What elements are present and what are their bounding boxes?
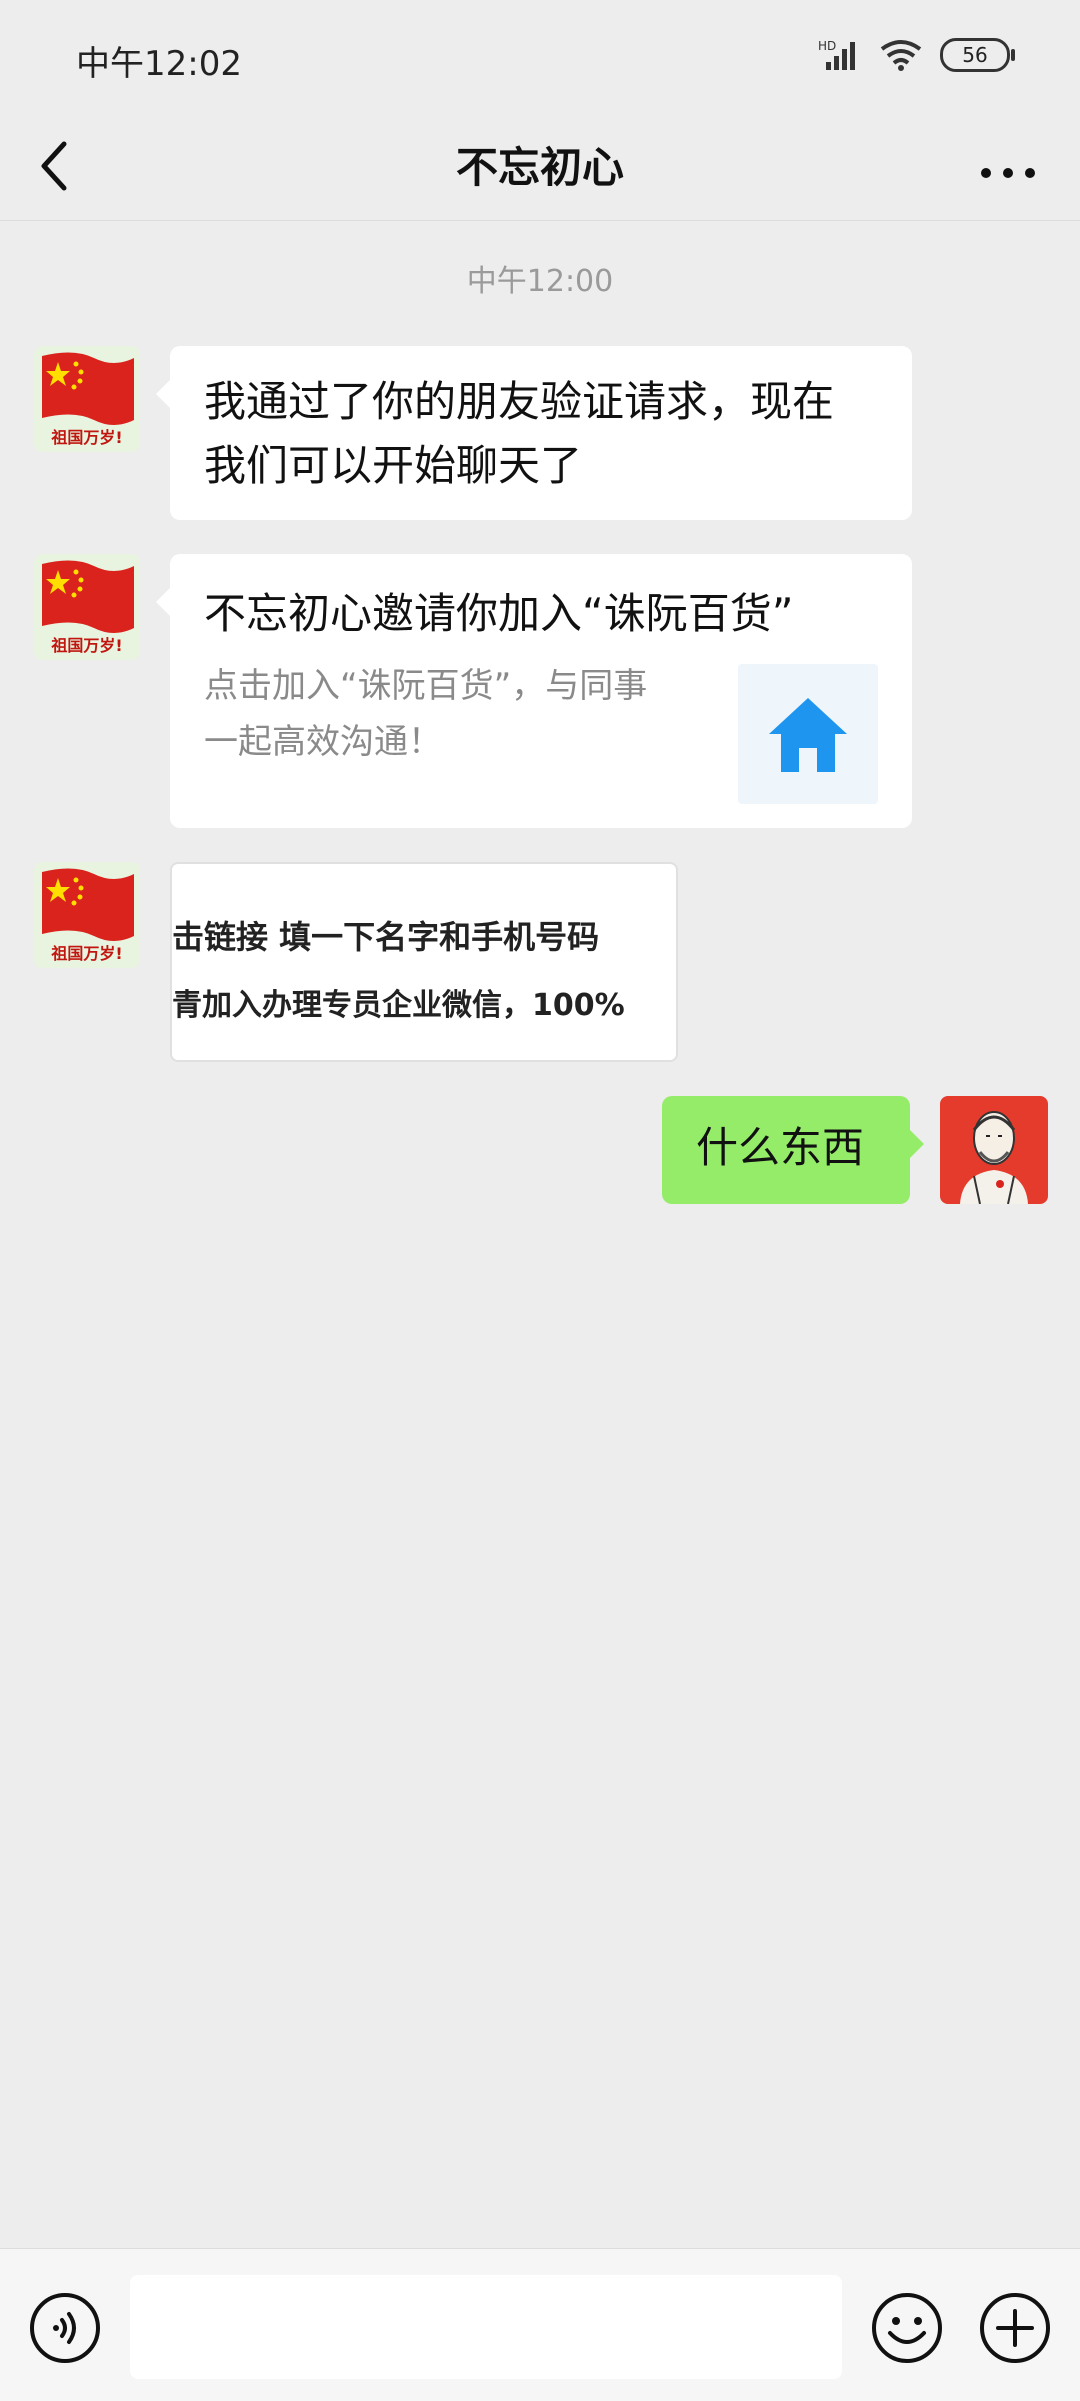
input-bar: [0, 2248, 1080, 2401]
emoji-button[interactable]: [870, 2291, 944, 2365]
svg-text:HD: HD: [818, 39, 836, 53]
avatar-caption: 祖国万岁!: [51, 636, 123, 655]
voice-icon: [30, 2293, 100, 2363]
user-portrait-avatar-icon: [940, 1096, 1048, 1204]
battery-indicator: 56: [940, 38, 1015, 72]
invite-card-desc-line: 一起高效沟通！: [204, 722, 442, 762]
avatar-caption: 祖国万岁!: [51, 428, 123, 447]
more-dots-icon: [981, 168, 1035, 178]
image-message[interactable]: 击链接 填一下名字和手机号码 青加入办理专员企业微信，100%: [170, 862, 678, 1062]
contact-avatar[interactable]: 祖国万岁!: [34, 862, 140, 968]
contact-avatar[interactable]: 祖国万岁!: [34, 554, 140, 660]
chat-header: 不忘初心: [0, 110, 1080, 221]
invite-card-thumbnail: [738, 664, 878, 804]
status-bar: 中午12:02 HD 56: [0, 0, 1080, 110]
message-text-line: 我们可以开始聊天了: [204, 441, 583, 490]
wifi-icon: [880, 40, 922, 71]
self-avatar[interactable]: [940, 1096, 1048, 1204]
invite-card-description: 点击加入“诛阮百货”，与同事 一起高效沟通！: [204, 658, 724, 770]
message-text: 什么东西: [696, 1123, 865, 1172]
contact-avatar[interactable]: 祖国万岁!: [34, 346, 140, 452]
emoji-icon: [872, 2293, 942, 2363]
message-bubble[interactable]: 我通过了你的朋友验证请求，现在 我们可以开始聊天了: [156, 346, 912, 520]
message-text-line: 我通过了你的朋友验证请求，现在: [204, 377, 835, 426]
chat-title: 不忘初心: [455, 143, 624, 192]
status-icons: HD 56: [818, 38, 1015, 72]
home-icon: [769, 698, 847, 772]
more-features-button[interactable]: [978, 2291, 1052, 2365]
message-bubble-self[interactable]: 什么东西: [662, 1096, 924, 1204]
invite-card-title: 不忘初心邀请你加入“诛阮百货”: [204, 589, 794, 638]
avatar-caption: 祖国万岁!: [51, 944, 123, 963]
signal-hd-icon: HD: [818, 39, 855, 70]
invite-card-desc-line: 点击加入“诛阮百货”，与同事: [204, 666, 648, 706]
status-time: 中午12:02: [76, 44, 242, 84]
voice-button[interactable]: [28, 2291, 102, 2365]
message-input[interactable]: [130, 2275, 842, 2379]
message-timestamp: 中午12:00: [466, 264, 614, 299]
image-text-line: 击链接 填一下名字和手机号码: [172, 918, 600, 956]
plus-icon: [980, 2293, 1050, 2363]
invite-card[interactable]: 不忘初心邀请你加入“诛阮百货” 点击加入“诛阮百货”，与同事 一起高效沟通！: [156, 554, 912, 828]
more-button[interactable]: [958, 126, 1058, 206]
image-text-line: 青加入办理专员企业微信，100%: [172, 988, 625, 1023]
